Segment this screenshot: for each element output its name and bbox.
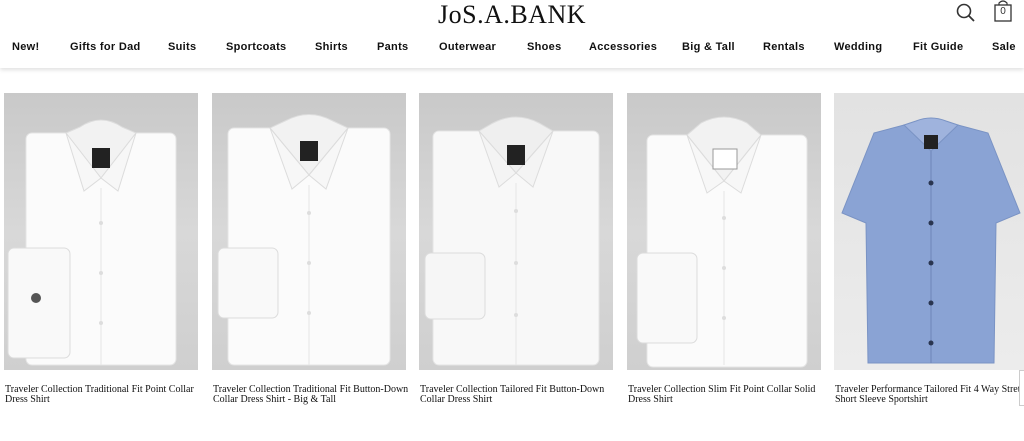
nav-item-sale[interactable]: Sale — [992, 41, 1016, 53]
scrollbar-thumb[interactable] — [1019, 370, 1024, 406]
nav-item-accessories[interactable]: Accessories — [589, 41, 657, 53]
nav-item-wedding[interactable]: Wedding — [834, 41, 882, 53]
nav-item-fit-guide[interactable]: Fit Guide — [913, 41, 963, 53]
product-title[interactable]: Traveler Collection Traditional Fit Poin… — [5, 385, 201, 405]
sportshirt-image — [841, 117, 1021, 364]
nav-item-shoes[interactable]: Shoes — [527, 41, 562, 53]
nav-item-gifts-for-dad[interactable]: Gifts for Dad — [70, 41, 141, 53]
nav-item-pants[interactable]: Pants — [377, 41, 408, 53]
shopping-bag-button[interactable]: 0 — [993, 0, 1013, 22]
brand-logo[interactable]: JoS.A.BANK — [0, 0, 1024, 30]
search-icon[interactable] — [955, 2, 977, 24]
nav-item-sportcoats[interactable]: Sportcoats — [226, 41, 286, 53]
product-image[interactable] — [627, 93, 821, 370]
nav-item-big-and-tall[interactable]: Big & Tall — [682, 41, 735, 53]
nav-item-new[interactable]: New! — [12, 41, 39, 53]
main-nav: New! Gifts for Dad Suits Sportcoats Shir… — [0, 41, 1024, 59]
product-image[interactable] — [4, 93, 198, 370]
dress-shirt-image — [636, 116, 808, 368]
nav-item-suits[interactable]: Suits — [168, 41, 196, 53]
product-image[interactable] — [419, 93, 613, 370]
product-title[interactable]: Traveler Collection Traditional Fit Butt… — [213, 385, 409, 405]
product-title[interactable]: Traveler Collection Slim Fit Point Colla… — [628, 385, 824, 405]
dress-shirt-image — [217, 114, 391, 366]
product-image[interactable] — [212, 93, 406, 370]
product-image[interactable] — [834, 93, 1024, 370]
dress-shirt-image — [7, 119, 177, 366]
bag-count: 0 — [1000, 6, 1006, 17]
product-title[interactable]: Traveler Performance Tailored Fit 4 Way … — [835, 385, 1024, 405]
nav-item-outerwear[interactable]: Outerwear — [439, 41, 496, 53]
site-header: JoS.A.BANK 0 New! Gifts for Dad Suits Sp… — [0, 0, 1024, 68]
nav-item-shirts[interactable]: Shirts — [315, 41, 348, 53]
nav-item-rentals[interactable]: Rentals — [763, 41, 805, 53]
product-title[interactable]: Traveler Collection Tailored Fit Button-… — [420, 385, 616, 405]
product-grid: Traveler Collection Traditional Fit Poin… — [0, 93, 1024, 441]
dress-shirt-image — [424, 116, 600, 366]
